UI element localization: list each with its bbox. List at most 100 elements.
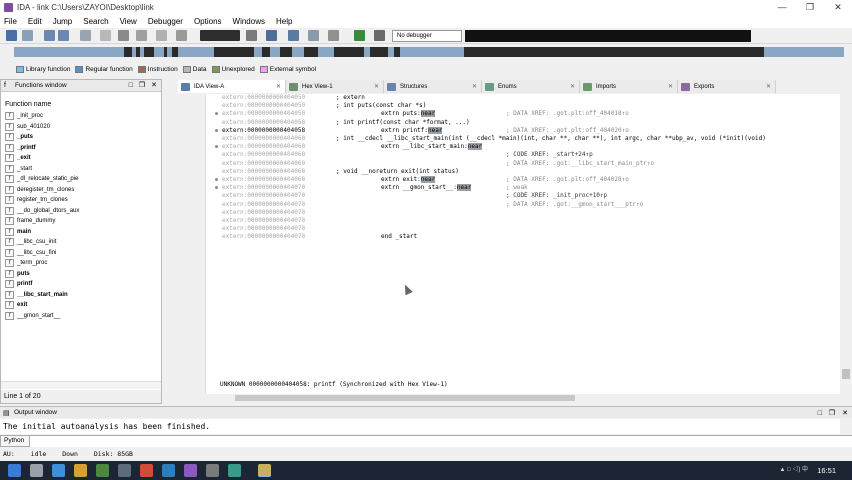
save-icon[interactable] — [22, 30, 33, 41]
disasm-line[interactable]: extern:0000000000404060 ; int __cdecl __l… — [206, 135, 826, 143]
close-icon[interactable]: ✕ — [374, 83, 379, 90]
struct-icon[interactable] — [266, 30, 277, 41]
function-row[interactable]: f main — [1, 227, 161, 238]
search-icon[interactable] — [30, 464, 43, 477]
function-row[interactable]: f _dl_relocate_static_pie — [1, 174, 161, 185]
function-row[interactable]: f _puts — [1, 132, 161, 143]
tab-imports[interactable]: Imports ✕ — [580, 80, 678, 93]
edge-icon[interactable] — [52, 464, 65, 477]
function-row[interactable]: f _exit — [1, 153, 161, 164]
disasm-line[interactable]: ● extern:0000000000404060 extrn __libc_sta… — [206, 143, 826, 151]
menu-windows[interactable]: Windows — [233, 17, 265, 26]
function-row[interactable]: f __libc_csu_init — [1, 237, 161, 248]
disassembly-vscroll[interactable] — [840, 94, 852, 394]
function-row[interactable]: f deregister_tm_clones — [1, 185, 161, 196]
app-icon[interactable] — [162, 464, 175, 477]
scroll-thumb[interactable] — [235, 395, 575, 401]
function-row[interactable]: f puts — [1, 269, 161, 280]
array-icon[interactable] — [176, 30, 187, 41]
forward-icon[interactable] — [58, 30, 69, 41]
highlighted-token[interactable]: near — [427, 126, 443, 134]
disasm-line[interactable]: ● extern:0000000000404068 extrn exit:near;… — [206, 176, 826, 184]
ida-taskbar-icon[interactable] — [258, 464, 271, 477]
function-name-column[interactable]: Function name — [1, 99, 161, 110]
system-tray[interactable]: ▲ □ ◁) 中 — [779, 461, 808, 480]
disasm-line[interactable]: ● extern:0000000000404050 extrn puts:near;… — [206, 110, 826, 118]
minimize-icon[interactable]: — — [768, 0, 796, 14]
app-icon[interactable] — [118, 464, 131, 477]
function-row[interactable]: f _term_proc — [1, 258, 161, 269]
function-row[interactable]: f __do_global_dtors_aux — [1, 206, 161, 217]
menu-debugger[interactable]: Debugger — [148, 17, 183, 26]
close-icon[interactable]: ✕ — [472, 83, 477, 90]
disasm-line[interactable]: ● extern:0000000000404070 extrn __gmon_sta… — [206, 184, 826, 192]
disasm-line[interactable]: extern:0000000000404070 — [206, 217, 826, 225]
close-icon[interactable]: ✕ — [276, 83, 281, 90]
menu-file[interactable]: File — [4, 17, 17, 26]
debugger-select[interactable]: No debugger — [392, 30, 462, 42]
maximize-icon[interactable]: ❐ — [796, 0, 824, 14]
disasm-line[interactable]: extern:0000000000404050 ; extern — [206, 94, 826, 102]
segment-icons[interactable] — [200, 30, 240, 41]
function-row[interactable]: f __libc_csu_fini — [1, 248, 161, 259]
file-explorer-icon[interactable] — [74, 464, 87, 477]
app-icon[interactable] — [228, 464, 241, 477]
graph-icon[interactable] — [288, 30, 299, 41]
function-icon[interactable] — [246, 30, 257, 41]
scroll-thumb[interactable] — [842, 369, 850, 379]
function-row[interactable]: f register_tm_clones — [1, 195, 161, 206]
python-button[interactable]: Python — [0, 435, 30, 447]
output-scrollbar[interactable] — [840, 419, 852, 434]
disassembly-hscroll[interactable] — [220, 394, 840, 402]
restore-icon[interactable]: □ — [129, 82, 133, 90]
app-icon[interactable] — [206, 464, 219, 477]
store-icon[interactable] — [96, 464, 109, 477]
disasm-line[interactable]: extern:0000000000404070 — [206, 209, 826, 217]
highlighted-token[interactable]: near — [456, 184, 472, 192]
menu-jump[interactable]: Jump — [53, 17, 73, 26]
disasm-line[interactable]: extern:0000000000404070 ; CODE XREF: _ini… — [206, 192, 826, 200]
disasm-line[interactable]: ● extern:0000000000404058 extrn printf:nea… — [206, 126, 826, 135]
menu-options[interactable]: Options — [194, 17, 222, 26]
string-icon[interactable] — [156, 30, 167, 41]
disasm-line[interactable]: extern:0000000000404060 ; CODE XREF: _sta… — [206, 151, 826, 159]
function-row[interactable]: f _start — [1, 164, 161, 175]
menu-search[interactable]: Search — [83, 17, 108, 26]
code-icon[interactable] — [118, 30, 129, 41]
function-row[interactable]: f _printf — [1, 143, 161, 154]
function-row[interactable]: f _init_proc — [1, 111, 161, 122]
tab-exports[interactable]: Exports ✕ — [678, 80, 776, 93]
disasm-line[interactable]: extern:0000000000404070 end _start — [206, 233, 826, 241]
function-row[interactable]: f sub_401020 — [1, 122, 161, 133]
function-row[interactable]: f __libc_start_main — [1, 290, 161, 301]
app-icon[interactable] — [184, 464, 197, 477]
tab-enums[interactable]: Enums ✕ — [482, 80, 580, 93]
navigation-band[interactable] — [14, 47, 844, 57]
disasm-line[interactable]: extern:0000000000404060 ; DATA XREF: .got… — [206, 160, 826, 168]
close-icon[interactable]: ✕ — [766, 83, 771, 90]
data-icon[interactable] — [136, 30, 147, 41]
close-icon[interactable]: ✕ — [668, 83, 673, 90]
python-command-input[interactable] — [30, 435, 852, 447]
app-icon[interactable] — [140, 464, 153, 477]
run-icon[interactable] — [354, 30, 365, 41]
disasm-line[interactable]: extern:0000000000404050 ; int puts(const … — [206, 102, 826, 110]
disasm-line[interactable]: extern:0000000000404070 ; DATA XREF: .got… — [206, 201, 826, 209]
float-icon[interactable]: ❐ — [139, 82, 145, 90]
menu-edit[interactable]: Edit — [28, 17, 42, 26]
function-row[interactable]: f __gmon_start__ — [1, 311, 161, 322]
disasm-line[interactable]: extern:0000000000404068 ; void __noreturn… — [206, 168, 826, 176]
open-icon[interactable] — [6, 30, 17, 41]
function-row[interactable]: f exit — [1, 300, 161, 311]
close-icon[interactable]: ✕ — [824, 0, 852, 14]
disassembly-view[interactable]: extern:0000000000404050; extern extern:00… — [205, 94, 840, 394]
menu-view[interactable]: View — [120, 17, 137, 26]
highlighted-token[interactable]: near — [420, 110, 436, 118]
highlighted-token[interactable]: near — [420, 176, 436, 183]
disasm-line[interactable]: extern:0000000000404058 ; int printf(cons… — [206, 119, 826, 127]
navigate-icon[interactable] — [80, 30, 91, 41]
text-search-icon[interactable] — [328, 30, 339, 41]
function-row[interactable]: f frame_dummy — [1, 216, 161, 227]
close-icon[interactable]: ✕ — [151, 82, 157, 90]
start-icon[interactable] — [8, 464, 21, 477]
